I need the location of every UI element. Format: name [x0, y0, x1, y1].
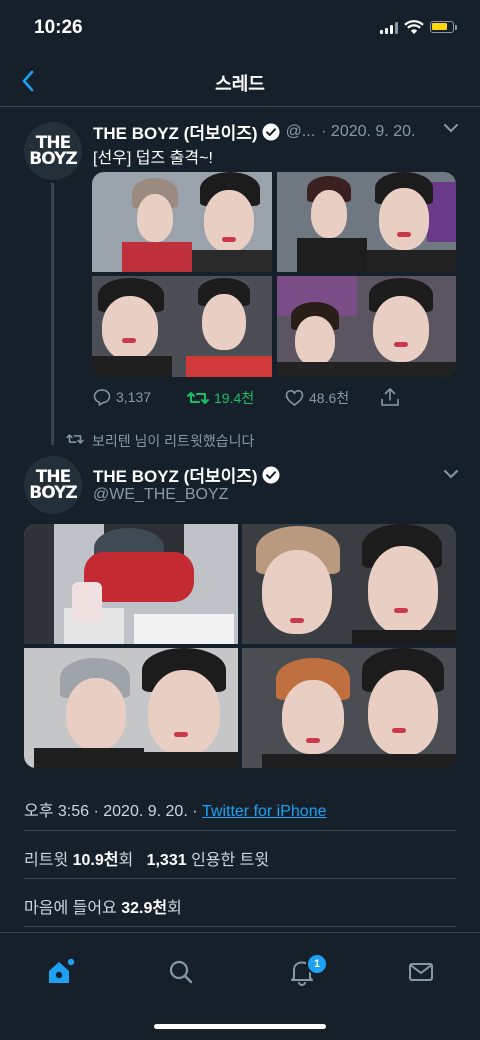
display-name[interactable]: THE BOYZ (더보이즈) [93, 119, 258, 144]
reply-button[interactable]: 3,137 [93, 388, 151, 406]
engagement-stats: 리트윗 10.9천회 1,331 인용한 트윗 [24, 846, 269, 870]
tab-home[interactable] [42, 956, 78, 988]
notification-count: 1 [313, 958, 321, 970]
chevron-down-icon[interactable] [443, 468, 459, 480]
quotes-label: 인용한 트윗 [191, 852, 270, 869]
status-time: 10:26 [34, 17, 83, 38]
search-icon [169, 960, 193, 984]
handle[interactable]: @WE_THE_BOYZ [93, 486, 228, 504]
tweet-photo[interactable] [92, 172, 272, 272]
avatar-logo: THE BOYZ [29, 133, 77, 169]
page-title: 스레드 [215, 74, 265, 94]
tweet-photo[interactable] [277, 172, 456, 272]
tweet-header: THE BOYZ (더보이즈) [93, 462, 280, 487]
reply-count: 3,137 [116, 389, 152, 405]
verified-badge-icon [262, 123, 280, 140]
retweets-unit: 회 [118, 852, 134, 869]
tweet-time-date: 오후 3:56 · 2020. 9. 20. · [24, 803, 198, 820]
battery-icon [430, 21, 454, 33]
cellular-signal-icon [380, 22, 400, 34]
retweet-context: 보리텐 님이 리트윗했습니다 [92, 433, 255, 449]
verified-badge-icon [262, 466, 280, 483]
quotes-value[interactable]: 1,331 [147, 852, 187, 869]
display-name[interactable]: THE BOYZ (더보이즈) [93, 462, 258, 487]
tweet-photo[interactable] [242, 648, 456, 768]
tweet-text: [선우] 덥즈 출격~! [93, 150, 213, 167]
mail-icon [409, 963, 433, 981]
heart-icon [285, 390, 304, 406]
handle: @... [285, 122, 316, 140]
likes-stat[interactable]: 마음에 들어요 32.9천회 [24, 894, 182, 918]
retweet-icon [187, 392, 209, 404]
notification-badge: 1 [306, 953, 328, 975]
tweet-header: THE BOYZ (더보이즈) @... · 2020. 9. 20. [93, 119, 415, 144]
home-icon [49, 958, 75, 983]
retweet-context-icon [66, 434, 84, 444]
tab-search[interactable] [163, 956, 199, 988]
like-button[interactable]: 48.6천 [285, 388, 349, 408]
avatar-logo: THE BOYZ [29, 467, 77, 503]
wifi-icon [404, 20, 424, 34]
share-icon[interactable] [380, 387, 400, 407]
like-count: 48.6천 [309, 390, 350, 406]
tweet-photo[interactable] [92, 276, 272, 377]
tweet-photo[interactable] [24, 524, 238, 644]
tweet-photo[interactable] [242, 524, 456, 644]
chevron-down-icon[interactable] [443, 122, 459, 134]
retweets-value[interactable]: 10.9천 [73, 852, 119, 869]
likes-value: 32.9천 [121, 900, 168, 917]
avatar[interactable]: THE BOYZ [24, 122, 82, 180]
tweet-photo[interactable] [24, 648, 238, 768]
tweet-source-link[interactable]: Twitter for iPhone [202, 803, 327, 820]
header-divider [0, 106, 480, 107]
retweets-label: 리트윗 [24, 852, 69, 869]
home-indicator [154, 1024, 326, 1029]
avatar[interactable]: THE BOYZ [24, 456, 82, 514]
retweet-count: 19.4천 [214, 390, 255, 406]
divider [24, 830, 456, 831]
likes-label: 마음에 들어요 [24, 900, 117, 917]
tab-messages[interactable] [403, 956, 439, 988]
thread-line [51, 183, 54, 445]
tweet-photo[interactable] [277, 276, 456, 377]
battery-tip [455, 25, 457, 30]
divider [24, 926, 456, 927]
retweet-button[interactable]: 19.4천 [187, 388, 254, 408]
likes-unit: 회 [167, 900, 182, 917]
tweet-timestamp: 오후 3:56 · 2020. 9. 20. · Twitter for iPh… [24, 797, 327, 821]
reply-icon [93, 389, 111, 406]
divider [24, 878, 456, 879]
tweet-date: · 2020. 9. 20. [321, 122, 416, 140]
